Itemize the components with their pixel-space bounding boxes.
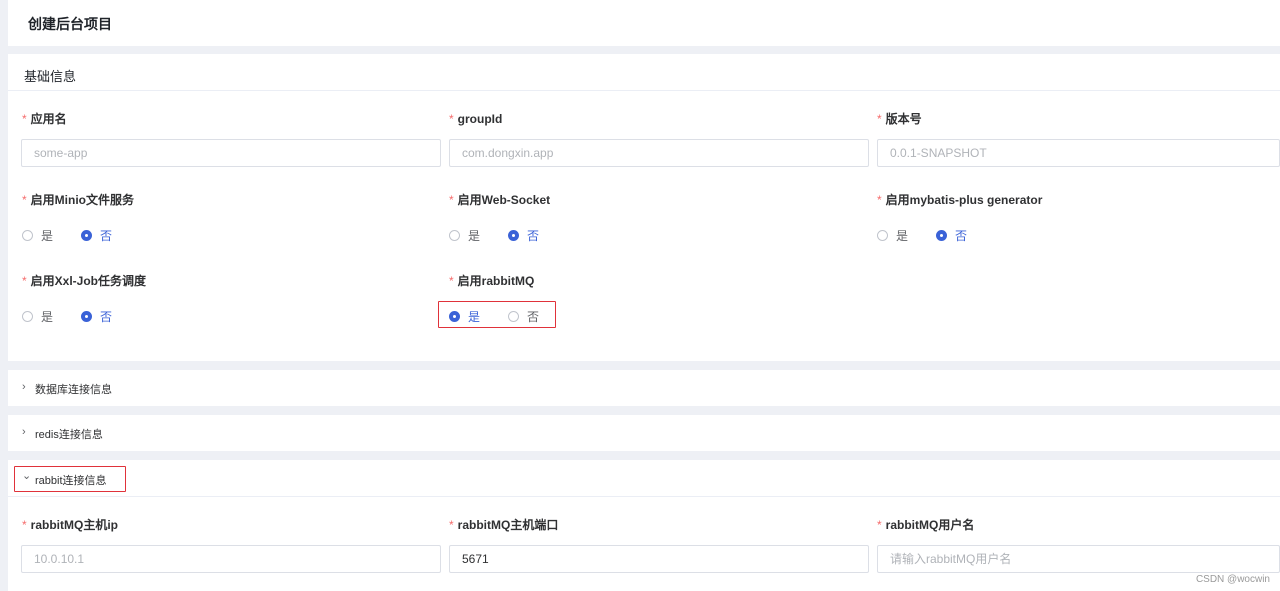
page-title: 创建后台项目	[28, 16, 112, 32]
mybatis-radio-group: 是 否	[877, 227, 995, 244]
chevron-right-icon: ›	[22, 426, 26, 438]
xxljob-label: * 启用Xxl-Job任务调度	[22, 274, 147, 288]
rabbit-username-label: * rabbitMQ用户名	[877, 518, 975, 532]
mybatis-label: * 启用mybatis-plus generator	[877, 193, 1043, 207]
group-id-input[interactable]: com.dongxin.app	[449, 139, 869, 167]
rabbitmq-radio-yes[interactable]: 是	[449, 308, 480, 325]
mybatis-radio-yes[interactable]: 是	[877, 227, 908, 244]
app-name-input[interactable]: some-app	[21, 139, 441, 167]
app-name-label: * 应用名	[22, 112, 67, 126]
rabbit-username-input[interactable]: 请输入rabbitMQ用户名	[877, 545, 1280, 573]
minio-radio-yes[interactable]: 是	[22, 227, 53, 244]
chevron-right-icon: ›	[22, 381, 26, 393]
version-input[interactable]: 0.0.1-SNAPSHOT	[877, 139, 1280, 167]
rabbit-card: ⌄ rabbit连接信息 * rabbitMQ主机ip 10.0.10.1 * ra…	[8, 460, 1280, 591]
mybatis-radio-no[interactable]: 否	[936, 227, 967, 244]
collapse-redis[interactable]: › redis连接信息	[8, 415, 1280, 451]
xxljob-radio-group: 是 否	[22, 308, 140, 325]
page-header: 创建后台项目	[8, 0, 1280, 46]
websocket-radio-group: 是 否	[449, 227, 567, 244]
watermark: CSDN @wocwin	[1195, 574, 1270, 585]
rabbit-port-label: * rabbitMQ主机端口	[449, 518, 559, 532]
collapse-redis-title: redis连接信息	[35, 429, 103, 441]
websocket-radio-no[interactable]: 否	[508, 227, 539, 244]
rabbit-host-input[interactable]: 10.0.10.1	[21, 545, 441, 573]
collapse-rabbit[interactable]: ⌄ rabbit连接信息	[8, 460, 1280, 497]
websocket-radio-yes[interactable]: 是	[449, 227, 480, 244]
basic-info-title: 基础信息	[24, 69, 77, 84]
basic-info-card: 基础信息 * 应用名 some-app * groupId com.dongxin.…	[8, 54, 1280, 361]
rabbitmq-label: * 启用rabbitMQ	[449, 274, 535, 288]
minio-radio-group: 是 否	[22, 227, 140, 244]
rabbit-host-label: * rabbitMQ主机ip	[22, 518, 119, 532]
version-label: * 版本号	[877, 112, 922, 126]
collapse-db[interactable]: › 数据库连接信息	[8, 370, 1280, 406]
rabbit-port-input[interactable]: 5671	[449, 545, 869, 573]
rabbitmq-radio-group: 是 否	[449, 308, 567, 325]
group-id-label: * groupId	[449, 112, 503, 126]
rabbitmq-radio-no[interactable]: 否	[508, 308, 539, 325]
websocket-label: * 启用Web-Socket	[449, 193, 551, 207]
xxljob-radio-yes[interactable]: 是	[22, 308, 53, 325]
basic-info-header: 基础信息	[8, 54, 1280, 91]
rabbit-highlight-box	[14, 466, 126, 492]
minio-radio-no[interactable]: 否	[81, 227, 112, 244]
minio-label: * 启用Minio文件服务	[22, 193, 134, 207]
xxljob-radio-no[interactable]: 否	[81, 308, 112, 325]
collapse-db-title: 数据库连接信息	[35, 384, 112, 396]
